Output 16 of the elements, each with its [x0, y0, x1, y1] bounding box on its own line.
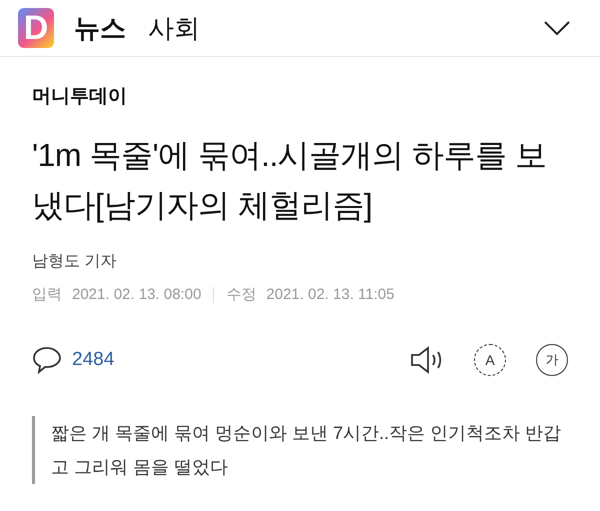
article-title: '1m 목줄'에 묶여..시골개의 하루를 보냈다[남기자의 체헐리즘] — [32, 136, 548, 225]
category-title: 사회 — [148, 12, 200, 44]
section-title[interactable]: 뉴스 — [74, 8, 126, 48]
date-value: 2021. 02. 13. 08:00 — [72, 284, 202, 304]
date-label: 수정 — [226, 284, 256, 304]
chevron-down-icon[interactable] — [544, 20, 570, 36]
speaker-icon[interactable] — [410, 345, 444, 375]
comments-button[interactable]: 2484 — [32, 345, 114, 375]
press-name[interactable]: 머니투데이 — [32, 83, 568, 112]
font-size-button[interactable]: 가 — [536, 344, 568, 376]
translate-button[interactable]: A — [474, 344, 506, 376]
date-label: 입력 — [32, 284, 62, 304]
speech-bubble-icon — [32, 345, 62, 375]
reporter-name[interactable]: 남형도 기자 — [32, 250, 568, 274]
article-summary: 짧은 개 목줄에 묶여 멍순이와 보낸 7시간..작은 인기척조차 반갑고 그리워 몸을 떨었다 — [50, 422, 562, 479]
date-value: 2021. 02. 13. 11:05 — [266, 284, 394, 304]
